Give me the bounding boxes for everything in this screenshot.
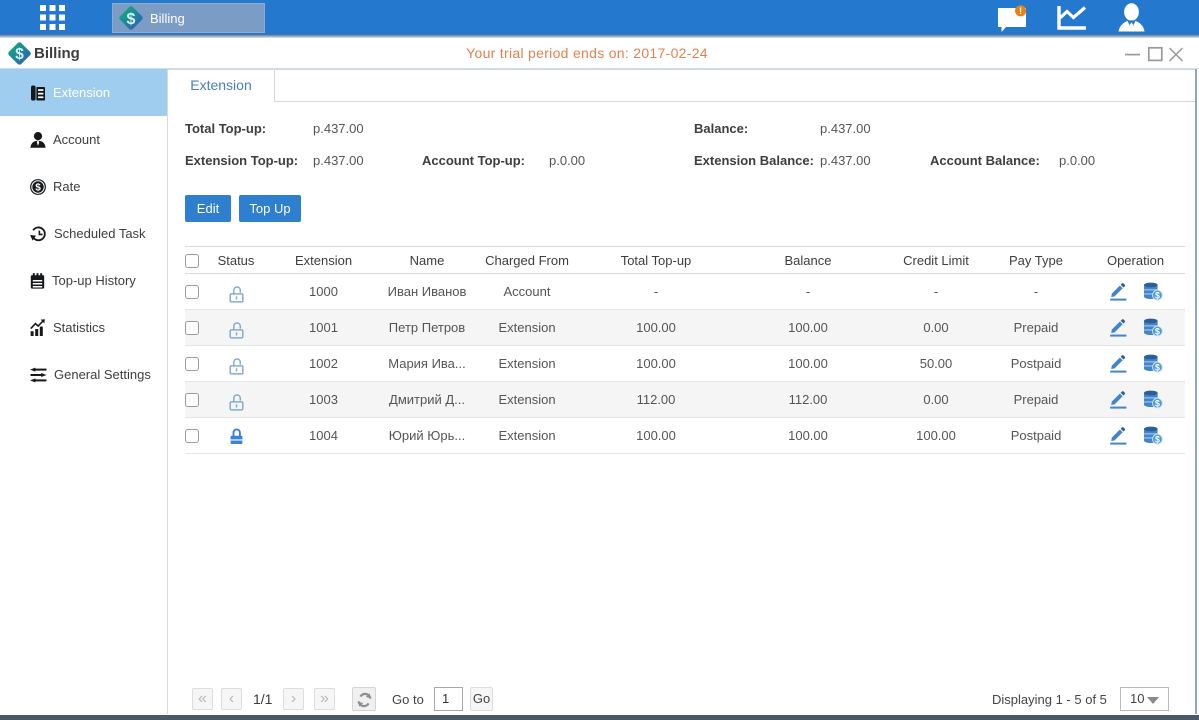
- svg-text:$: $: [1154, 398, 1159, 408]
- svg-text:$: $: [1154, 326, 1159, 336]
- svg-text:$: $: [127, 11, 136, 28]
- svg-text:$: $: [35, 182, 41, 193]
- svg-text:$: $: [1154, 362, 1159, 372]
- svg-text:$: $: [1154, 434, 1159, 444]
- svg-text:$: $: [1154, 290, 1159, 300]
- svg-text:!: !: [1019, 6, 1022, 17]
